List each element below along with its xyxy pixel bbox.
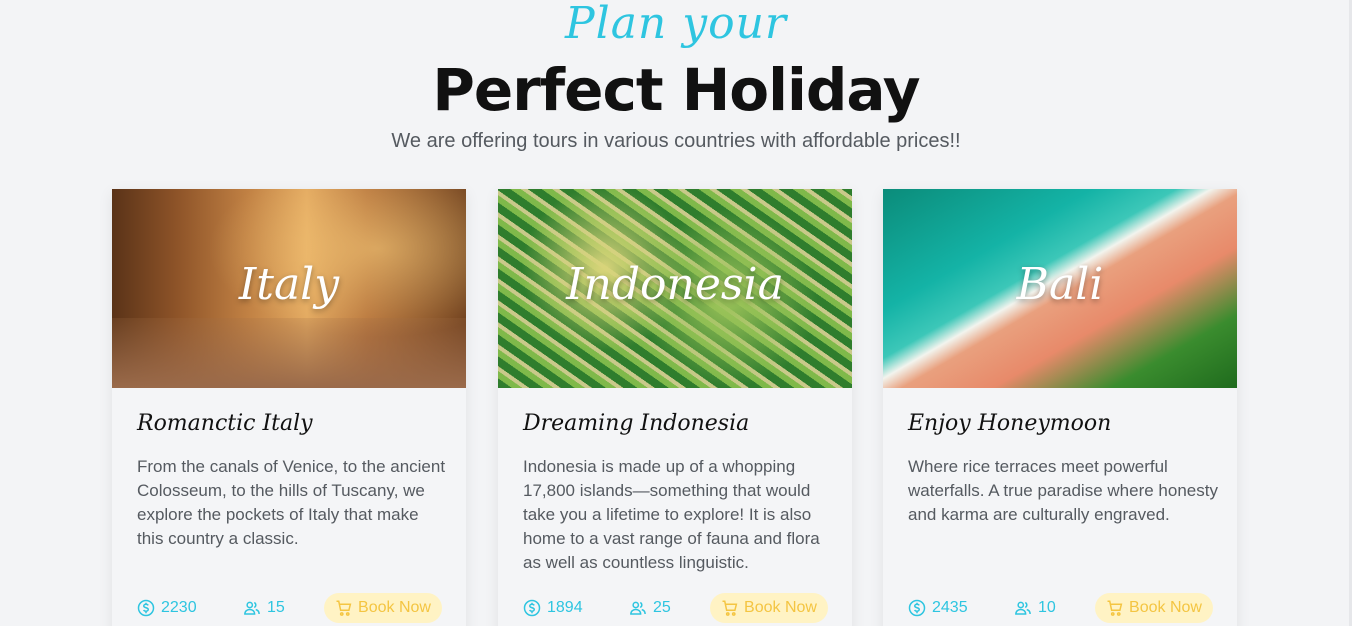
tour-card-italy: Italy Romanctic Italy From the canals of…	[112, 189, 466, 626]
tour-people: 25	[629, 599, 671, 617]
tour-title: Romanctic Italy	[137, 411, 313, 436]
users-icon	[244, 601, 260, 615]
tour-people-value: 10	[1038, 599, 1056, 616]
tour-price-value: 1894	[547, 599, 583, 616]
page-subtitle: We are offering tours in various countri…	[391, 130, 961, 152]
tour-image-indonesia[interactable]: Indonesia	[498, 189, 852, 388]
tour-description: From the canals of Venice, to the ancien…	[137, 457, 446, 548]
book-now-label: Book Now	[358, 599, 431, 616]
tour-image-label: Indonesia	[566, 259, 784, 310]
tour-people: 15	[243, 599, 285, 617]
tour-people-value: 15	[267, 599, 285, 616]
tour-people: 10	[1014, 599, 1056, 617]
tour-title: Dreaming Indonesia	[523, 411, 750, 436]
book-now-button[interactable]: Book Now	[710, 593, 828, 623]
cart-icon	[336, 600, 352, 616]
cart-icon	[722, 600, 738, 616]
tour-price-value: 2435	[932, 599, 968, 616]
tour-price-value: 2230	[161, 599, 197, 616]
tour-footer: 2230 15 Book Now	[137, 593, 452, 623]
tour-card-bali: Bali Enjoy Honeymoon Where rice terraces…	[883, 189, 1237, 626]
tour-card-indonesia: Indonesia Dreaming Indonesia Indonesia i…	[498, 189, 852, 626]
book-now-button[interactable]: Book Now	[324, 593, 442, 623]
dollar-circle-icon	[908, 599, 926, 617]
page-title: Perfect Holiday	[432, 56, 920, 124]
tour-image-bali[interactable]: Bali	[883, 189, 1237, 388]
tour-image-label: Italy	[238, 259, 340, 310]
book-now-label: Book Now	[744, 599, 817, 616]
tour-description: Indonesia is made up of a whopping 17,80…	[523, 457, 820, 572]
tour-description: Where rice terraces meet powerful waterf…	[908, 457, 1218, 524]
tour-price: 2230	[137, 599, 197, 617]
tour-price: 1894	[523, 599, 583, 617]
tour-footer: 1894 25 Book Now	[523, 593, 838, 623]
tour-footer: 2435 10 Book Now	[908, 593, 1223, 623]
tour-price: 2435	[908, 599, 968, 617]
cart-icon	[1107, 600, 1123, 616]
dollar-circle-icon	[137, 599, 155, 617]
tour-title: Enjoy Honeymoon	[908, 411, 1112, 436]
tour-image-italy[interactable]: Italy	[112, 189, 466, 388]
tour-people-value: 25	[653, 599, 671, 616]
tour-image-label: Bali	[1016, 259, 1104, 310]
book-now-button[interactable]: Book Now	[1095, 593, 1213, 623]
book-now-label: Book Now	[1129, 599, 1202, 616]
users-icon	[630, 601, 646, 615]
dollar-circle-icon	[523, 599, 541, 617]
header-kicker: Plan your	[565, 0, 787, 49]
users-icon	[1015, 601, 1031, 615]
